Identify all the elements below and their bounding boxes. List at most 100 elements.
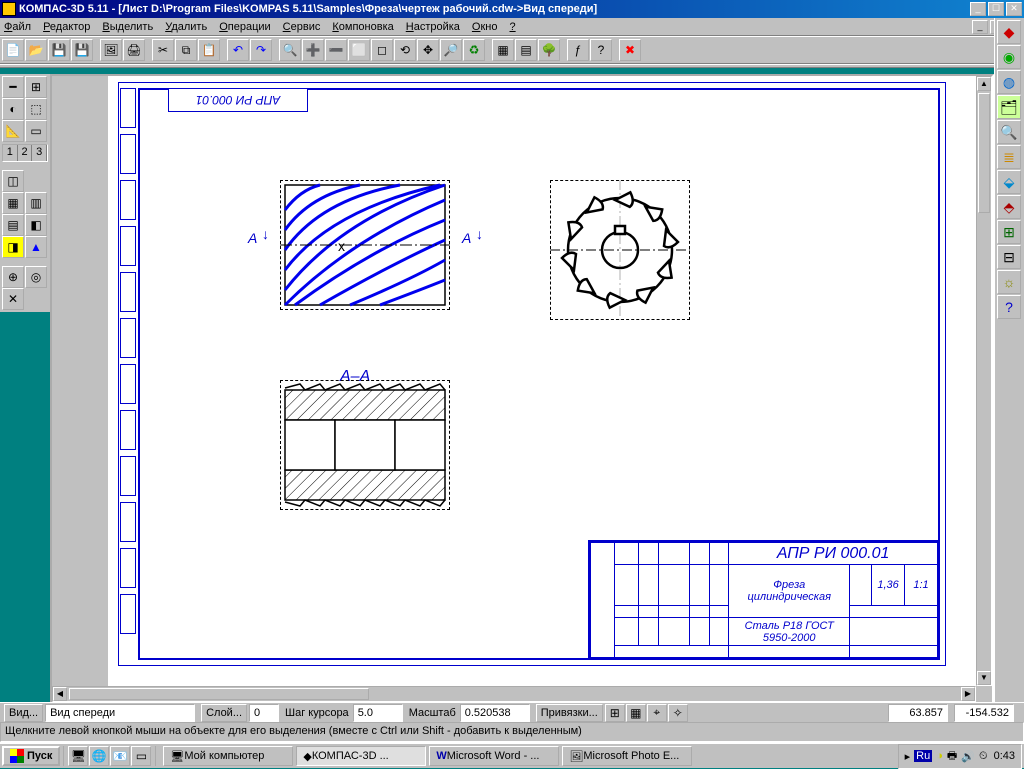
clock[interactable]: 0:43 bbox=[994, 750, 1015, 762]
help-button[interactable]: ? bbox=[590, 39, 612, 61]
step-field[interactable]: 5.0 bbox=[353, 704, 403, 722]
rtool-2[interactable]: ◉ bbox=[997, 45, 1021, 69]
maximize-button[interactable]: ☐ bbox=[988, 2, 1004, 16]
snap-button[interactable]: Привязки... bbox=[536, 704, 603, 722]
menu-editor[interactable]: Редактор bbox=[43, 21, 90, 33]
stop-button[interactable]: ✖ bbox=[619, 39, 641, 61]
rtool-6[interactable]: ≣ bbox=[997, 145, 1021, 169]
copy-button[interactable]: ⧉ bbox=[175, 39, 197, 61]
close-button[interactable]: ✕ bbox=[1006, 2, 1022, 16]
snap-tool-2[interactable]: ◎ bbox=[25, 266, 47, 288]
quicklaunch-3[interactable]: 📧 bbox=[110, 746, 130, 766]
var-button[interactable]: ƒ bbox=[567, 39, 589, 61]
measure-tool[interactable]: 📐 bbox=[2, 120, 24, 142]
dim-tool[interactable]: ⊞ bbox=[25, 76, 47, 98]
edit-tool[interactable]: ◐ bbox=[2, 98, 24, 120]
tray-icon-4[interactable]: 🔊 bbox=[961, 750, 975, 763]
tray-icon-5[interactable]: ⏲ bbox=[979, 750, 988, 763]
saveas-button[interactable]: 💾 bbox=[71, 39, 93, 61]
save-button[interactable]: 💾 bbox=[48, 39, 70, 61]
zoom-window-button[interactable]: 🔍 bbox=[279, 39, 301, 61]
side-view[interactable]: А ↓ А ↓ x bbox=[280, 180, 450, 310]
param-tool[interactable]: ⬚ bbox=[25, 98, 47, 120]
end-view[interactable] bbox=[550, 180, 690, 320]
ortho-toggle[interactable]: ▦ bbox=[626, 704, 646, 722]
task-photoeditor[interactable]: 🖼 Microsoft Photo E... bbox=[562, 746, 692, 766]
menu-operations[interactable]: Операции bbox=[219, 21, 270, 33]
tab-3[interactable]: 3 bbox=[32, 145, 47, 161]
tray-icon-2[interactable]: ◑ bbox=[936, 750, 943, 762]
obj-tool-3[interactable]: ▥ bbox=[25, 192, 47, 214]
rtool-3[interactable]: ◍ bbox=[997, 70, 1021, 94]
menu-delete[interactable]: Удалить bbox=[165, 21, 207, 33]
scroll-down-button[interactable]: ▼ bbox=[977, 671, 991, 685]
refresh-button[interactable]: ♻ bbox=[463, 39, 485, 61]
preview-button[interactable]: 🖼 bbox=[100, 39, 122, 61]
rtool-7[interactable]: ⬙ bbox=[997, 170, 1021, 194]
rtool-5[interactable]: 🔍 bbox=[997, 120, 1021, 144]
tray-icon-1[interactable]: ▸ bbox=[905, 750, 911, 763]
undo-button[interactable]: ↶ bbox=[227, 39, 249, 61]
scale-field[interactable]: 0.520538 bbox=[460, 704, 530, 722]
obj-tool-5[interactable]: ◧ bbox=[25, 214, 47, 236]
section-view[interactable] bbox=[280, 380, 450, 510]
snap-toggle[interactable]: ✧ bbox=[668, 704, 688, 722]
tree-button[interactable]: 🌳 bbox=[538, 39, 560, 61]
layer-field[interactable]: 0 bbox=[249, 704, 279, 722]
rtool-9[interactable]: ⊞ bbox=[997, 220, 1021, 244]
quicklaunch-4[interactable]: ▭ bbox=[131, 746, 151, 766]
zoom-in-button[interactable]: ➕ bbox=[302, 39, 324, 61]
views-button[interactable]: ▦ bbox=[492, 39, 514, 61]
open-button[interactable]: 📂 bbox=[25, 39, 47, 61]
start-button[interactable]: Пуск bbox=[2, 746, 60, 766]
obj-tool-2[interactable]: ▦ bbox=[2, 192, 24, 214]
scroll-left-button[interactable]: ◀ bbox=[53, 687, 67, 701]
paste-button[interactable]: 📋 bbox=[198, 39, 220, 61]
menu-window[interactable]: Окно bbox=[472, 21, 498, 33]
local-cs-toggle[interactable]: ⌖ bbox=[647, 704, 667, 722]
rtool-12[interactable]: ? bbox=[997, 295, 1021, 319]
task-mycomputer[interactable]: 🖥 Мой компьютер bbox=[163, 746, 293, 766]
scroll-right-button[interactable]: ▶ bbox=[961, 687, 975, 701]
lang-indicator[interactable]: Ru bbox=[914, 750, 932, 762]
zoom-out-button[interactable]: ➖ bbox=[325, 39, 347, 61]
snap-tool-1[interactable]: ⊕ bbox=[2, 266, 24, 288]
vertical-scrollbar[interactable]: ▲ ▼ bbox=[976, 76, 992, 686]
quicklaunch-2[interactable]: 🌐 bbox=[89, 746, 109, 766]
menu-service[interactable]: Сервис bbox=[283, 21, 321, 33]
rtool-11[interactable]: ☼ bbox=[997, 270, 1021, 294]
menu-select[interactable]: Выделить bbox=[102, 21, 153, 33]
obj-tool-1[interactable]: ◫ bbox=[2, 170, 24, 192]
scroll-thumb-v[interactable] bbox=[978, 93, 990, 213]
rtool-10[interactable]: ⊟ bbox=[997, 245, 1021, 269]
menu-setup[interactable]: Настройка bbox=[406, 21, 460, 33]
rtool-1[interactable]: ◆ bbox=[997, 20, 1021, 44]
rtool-4[interactable]: 🗂 bbox=[997, 95, 1021, 119]
obj-tool-7[interactable]: ▲ bbox=[25, 236, 47, 258]
task-kompas[interactable]: ◆ КОМПАС-3D ... bbox=[296, 746, 426, 766]
task-word[interactable]: W Microsoft Word - ... bbox=[429, 746, 559, 766]
tray-icon-3[interactable]: 🖶 bbox=[947, 747, 957, 766]
menu-help[interactable]: ? bbox=[510, 21, 516, 33]
quicklaunch-1[interactable]: 🖥 bbox=[68, 746, 88, 766]
cut-button[interactable]: ✂ bbox=[152, 39, 174, 61]
select-tool[interactable]: ▭ bbox=[25, 120, 47, 142]
zoom-scale-button[interactable]: ⬜ bbox=[348, 39, 370, 61]
menu-layout[interactable]: Компоновка bbox=[332, 21, 393, 33]
horizontal-scrollbar[interactable]: ◀ ▶ bbox=[52, 686, 976, 702]
pan-button[interactable]: ✥ bbox=[417, 39, 439, 61]
zoom-prev-button[interactable]: ⟲ bbox=[394, 39, 416, 61]
system-tray[interactable]: ▸ Ru ◑ 🖶 🔊 ⏲ 0:43 bbox=[898, 744, 1022, 769]
tab-2[interactable]: 2 bbox=[18, 145, 33, 161]
title-block[interactable]: АПР РИ 000.01 Фрезацилиндрическая 1,36 1… bbox=[588, 540, 938, 658]
drawing-canvas[interactable]: АПР РИ 000.01 bbox=[108, 76, 976, 686]
view-button[interactable]: Вид... bbox=[4, 704, 43, 722]
mdi-minimize-button[interactable]: _ bbox=[972, 20, 988, 34]
layer-button[interactable]: Слой... bbox=[201, 704, 247, 722]
geom-tool[interactable]: ━ bbox=[2, 76, 24, 98]
zoom-dynamic-button[interactable]: 🔎 bbox=[440, 39, 462, 61]
scroll-up-button[interactable]: ▲ bbox=[977, 77, 991, 91]
redo-button[interactable]: ↷ bbox=[250, 39, 272, 61]
grid-toggle[interactable]: ⊞ bbox=[605, 704, 625, 722]
scroll-thumb-h[interactable] bbox=[69, 688, 369, 700]
